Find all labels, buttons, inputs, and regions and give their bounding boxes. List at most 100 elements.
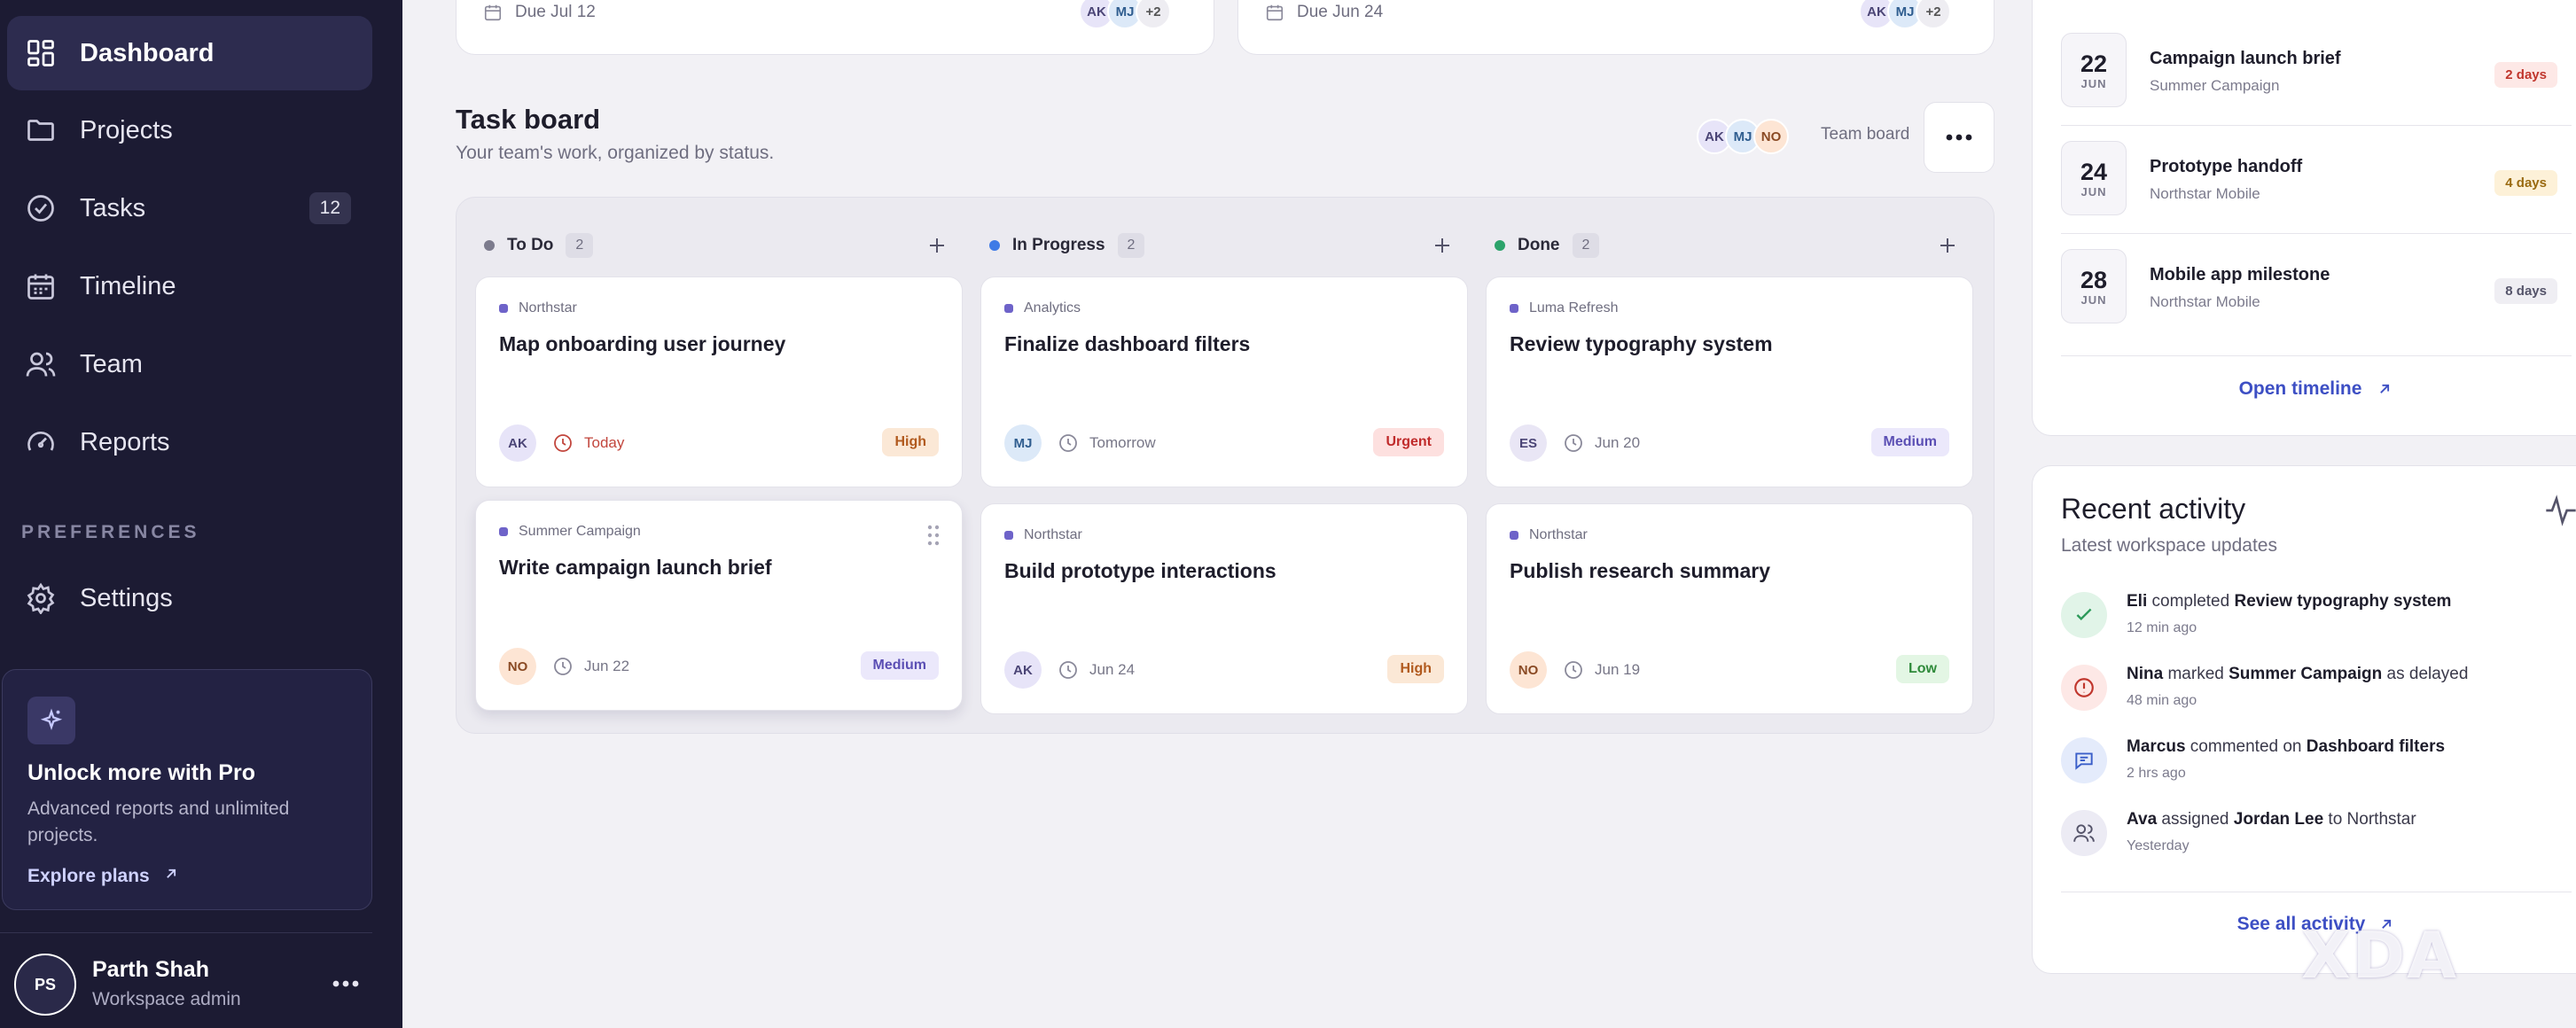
clock-icon xyxy=(1059,434,1077,452)
task-due: Jun 22 xyxy=(552,656,629,677)
plus-icon xyxy=(1435,238,1449,253)
sidebar-item-projects[interactable]: Projects xyxy=(7,93,372,167)
activity-item[interactable]: Nina marked Summer Campaign as delayed 4… xyxy=(2061,663,2575,734)
add-task-button[interactable] xyxy=(922,230,952,261)
avatar: NO xyxy=(1510,651,1547,689)
column-name: In Progress xyxy=(1012,236,1105,254)
activity-time: 48 min ago xyxy=(2127,693,2197,708)
activity-verb: assigned xyxy=(2157,810,2234,829)
team-board-label: Team board xyxy=(1821,125,1910,144)
column-header-in-progress: In Progress 2 xyxy=(989,232,1145,259)
activity-pulse-icon xyxy=(2543,493,2576,528)
comment-icon xyxy=(2061,737,2107,783)
more-options-button[interactable] xyxy=(326,971,365,996)
upcoming-deadlines-panel: 22 JUN Campaign launch brief Summer Camp… xyxy=(2032,0,2576,436)
project-tag-icon xyxy=(1004,304,1013,313)
arrow-up-right-icon xyxy=(2380,384,2390,393)
sidebar-item-label: Tasks xyxy=(80,193,146,222)
task-title: Finalize dashboard filters xyxy=(1004,332,1251,355)
project-card[interactable]: Due Jul 12 AK MJ +2 xyxy=(456,0,1214,55)
sidebar-item-reports[interactable]: Reports xyxy=(7,405,372,479)
drag-handle-icon[interactable] xyxy=(926,524,941,547)
plus-icon xyxy=(930,238,944,253)
task-board-subtitle: Your team's work, organized by status. xyxy=(456,143,775,163)
priority-badge: Medium xyxy=(1870,428,1949,456)
project-label: Northstar xyxy=(1529,527,1588,542)
task-card[interactable]: Northstar Publish research summary NO Ju… xyxy=(1486,503,1973,714)
due-label: Jun 22 xyxy=(584,658,630,674)
dashboard-icon xyxy=(21,34,60,73)
activity-item[interactable]: Marcus commented on Dashboard filters 2 … xyxy=(2061,736,2575,806)
open-timeline-link[interactable]: Open timeline xyxy=(2033,378,2576,400)
task-card[interactable]: Analytics Finalize dashboard filters MJ … xyxy=(980,276,1468,487)
add-task-button[interactable] xyxy=(1427,230,1457,261)
column-count-badge: 2 xyxy=(1117,233,1145,258)
priority-badge: Low xyxy=(1896,655,1949,683)
project-label: Northstar xyxy=(519,300,577,315)
deadline-day: 24 xyxy=(2080,158,2108,185)
assignee: AK xyxy=(1004,651,1042,689)
activity-verb: commented on xyxy=(2185,737,2307,756)
priority-badge: High xyxy=(1387,655,1444,683)
priority-badge: High xyxy=(882,428,939,456)
avatar: NO xyxy=(499,648,536,685)
activity-object: Review typography system xyxy=(2234,592,2452,611)
due-date: Due Jul 12 xyxy=(483,3,596,22)
folder-icon xyxy=(21,111,60,150)
task-card[interactable]: Summer Campaign Write campaign launch br… xyxy=(475,500,963,711)
deadline-day: 28 xyxy=(2080,266,2108,293)
deadline-title: Prototype handoff xyxy=(2150,157,2303,176)
task-card[interactable]: Northstar Map onboarding user journey AK… xyxy=(475,276,963,487)
deadline-item[interactable]: 28 JUN Mobile app milestone Northstar Mo… xyxy=(2061,249,2557,325)
activity-item[interactable]: Eli completed Review typography system 1… xyxy=(2061,590,2575,661)
assignee: AK xyxy=(499,424,536,462)
deadline-item[interactable]: 22 JUN Campaign launch brief Summer Camp… xyxy=(2061,33,2557,109)
project-tag-icon xyxy=(1004,531,1013,540)
sidebar-item-settings[interactable]: Settings xyxy=(7,561,372,635)
sidebar-item-tasks[interactable]: Tasks 12 xyxy=(7,171,372,245)
task-due: Today xyxy=(552,432,624,454)
activity-verb: completed xyxy=(2147,592,2235,611)
task-title: Publish research summary xyxy=(1510,559,1771,582)
board-more-button[interactable] xyxy=(1924,102,1994,173)
explore-plans-link[interactable]: Explore plans xyxy=(27,865,180,888)
add-task-button[interactable] xyxy=(1932,230,1963,261)
avatar[interactable]: PS xyxy=(14,954,76,1016)
avatar: AK xyxy=(1004,651,1042,689)
project-label: Summer Campaign xyxy=(519,524,641,539)
due-label: Jun 20 xyxy=(1595,434,1641,451)
sidebar-item-dashboard[interactable]: Dashboard xyxy=(7,16,372,90)
gear-icon xyxy=(21,579,60,618)
column-count-badge: 2 xyxy=(566,233,594,258)
project-tag-icon xyxy=(1510,304,1518,313)
plus-icon xyxy=(1940,238,1955,253)
project-card[interactable]: Due Jun 24 AK MJ +2 xyxy=(1237,0,1994,55)
avatar: NO xyxy=(1753,119,1789,154)
promo-title: Unlock more with Pro xyxy=(27,760,255,785)
deadline-project: Summer Campaign xyxy=(2150,77,2280,94)
avatar-group: AK MJ +2 xyxy=(1079,0,1171,29)
avatar: ES xyxy=(1510,424,1547,462)
activity-item[interactable]: Ava assigned Jordan Lee to Northstar Yes… xyxy=(2061,808,2575,879)
clock-icon xyxy=(554,658,572,675)
deadline-day: 22 xyxy=(2080,50,2108,77)
sidebar-item-team[interactable]: Team xyxy=(7,327,372,401)
due-date: Due Jun 24 xyxy=(1265,3,1383,22)
divider xyxy=(2061,355,2572,356)
deadline-month: JUN xyxy=(2080,76,2107,90)
activity-time: 12 min ago xyxy=(2127,620,2197,635)
activity-text: Eli completed Review typography system xyxy=(2127,592,2451,611)
deadline-month: JUN xyxy=(2080,184,2107,199)
task-card[interactable]: Luma Refresh Review typography system ES… xyxy=(1486,276,1973,487)
deadline-item[interactable]: 24 JUN Prototype handoff Northstar Mobil… xyxy=(2061,141,2557,217)
tasks-count-badge: 12 xyxy=(308,192,351,224)
sidebar-item-timeline[interactable]: Timeline xyxy=(7,249,372,323)
assignee: NO xyxy=(499,648,536,685)
avatar-group: AK MJ +2 xyxy=(1859,0,1951,29)
project-tag-icon xyxy=(499,527,508,536)
task-due: Jun 19 xyxy=(1563,659,1640,681)
due-label: Jun 19 xyxy=(1595,661,1641,678)
activity-time: 2 hrs ago xyxy=(2127,766,2186,781)
avatar-overflow: +2 xyxy=(1916,0,1951,29)
task-card[interactable]: Northstar Build prototype interactions A… xyxy=(980,503,1468,714)
